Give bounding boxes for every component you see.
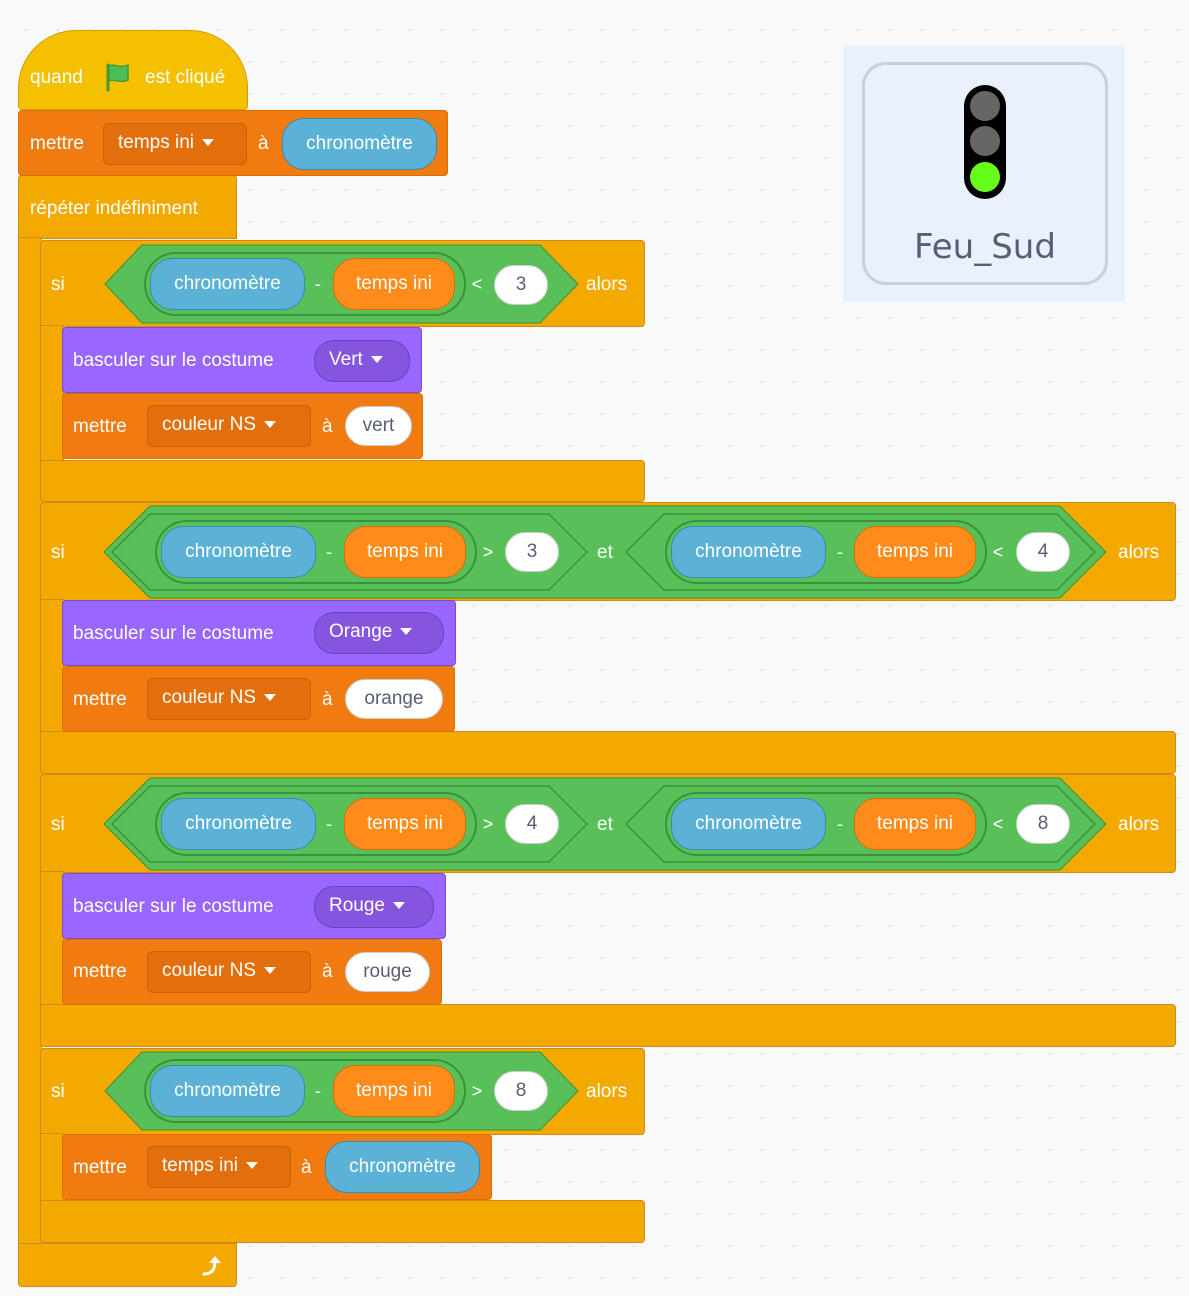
operator-symbol: > [471,1081,483,1101]
set-label: mettre [73,1157,127,1178]
sprite-name: Feu_Sud [914,227,1056,267]
variable-dropdown[interactable]: temps ini [147,1146,291,1188]
timer-reporter[interactable]: chronomètre [325,1141,480,1193]
timer-reporter[interactable]: chronomètre [150,1065,305,1117]
minus-label: - [315,1081,321,1101]
number-input[interactable]: 8 [494,1071,548,1111]
loop-arrow-icon [202,1256,221,1276]
variable-reporter[interactable]: temps ini [333,1065,455,1117]
variable-dropdown-value: temps ini [162,1155,239,1176]
then-label: alors [586,1081,628,1102]
dropdown-arrow-icon [246,1162,259,1170]
traffic-light-icon [964,85,1006,199]
sprite-card[interactable]: Feu_Sud [862,62,1108,285]
to-label: à [301,1157,312,1178]
